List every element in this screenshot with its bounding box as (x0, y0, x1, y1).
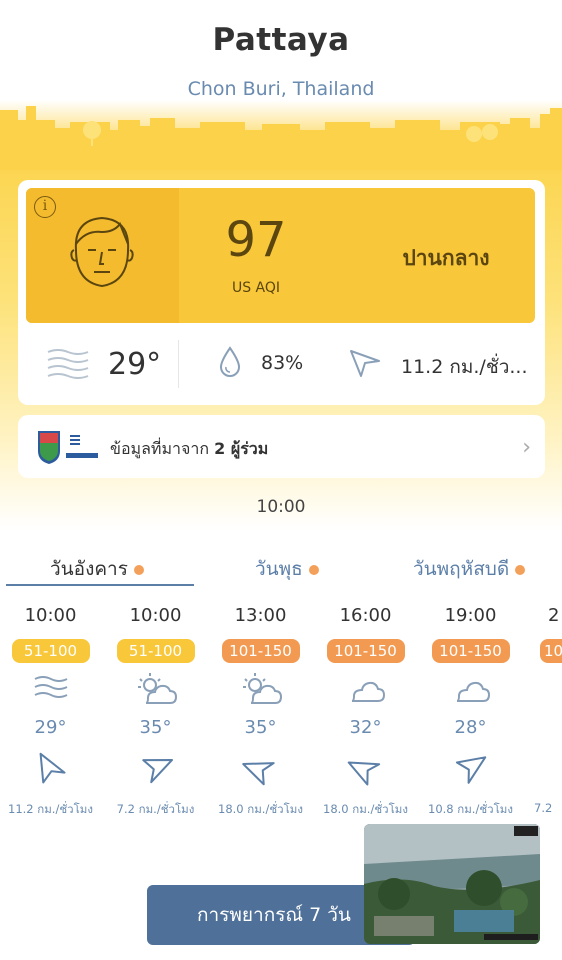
current-temperature: 29° (108, 347, 162, 382)
hour-wind-speed: 18.0 กม./ชั่วโมง (218, 802, 303, 816)
aqi-range-badge: 51-100 (11, 639, 90, 663)
face-box: i (26, 188, 179, 323)
hour-temperature (500, 717, 562, 741)
tab-wednesday-label: วันพุธ (255, 558, 303, 580)
aqi-dot-icon (515, 564, 526, 575)
hourly-item[interactable]: 2 10 7.2 (500, 605, 562, 815)
city-name: Pattaya (212, 22, 350, 58)
current-stats: 29° 83% 11.2 กม./ชั่ว... (18, 330, 545, 400)
hour-wind-speed: 7.2 กม./ชั่วโมง (116, 802, 195, 816)
aqi-unit-label: US AQI (231, 280, 281, 296)
aqi-range-badge: 101-150 (431, 639, 510, 663)
stat-divider (178, 340, 179, 388)
wind-direction-icon (208, 749, 313, 793)
face-icon (70, 216, 134, 288)
hour-wind-speed: 11.2 กม./ชั่วโมง (8, 802, 93, 816)
wind-direction-icon (500, 749, 562, 793)
wind-direction-icon (313, 749, 418, 793)
hour-time: 2 (548, 605, 560, 626)
region-name: Chon Buri, Thailand (187, 78, 375, 100)
cloud-icon (500, 671, 562, 711)
cloud-icon (313, 671, 418, 711)
hourly-item[interactable]: 13:00 101-150 35° 18.0 กม./ชั่วโมง (208, 605, 313, 819)
aqi-dot-icon (133, 564, 144, 575)
aqi-range-badge: 101-150 (221, 639, 300, 663)
contributors-text: ข้อมูลที่มาจาก 2 ผู้ร่วม (110, 437, 268, 462)
hour-temperature: 35° (139, 717, 172, 738)
wind-direction-icon (350, 350, 380, 377)
tab-wednesday[interactable]: วันพุธ (255, 554, 319, 584)
chevron-right-icon: › (522, 435, 531, 460)
aqi-dot-icon (308, 564, 319, 575)
city-skyline-illustration (0, 106, 562, 170)
hourly-item[interactable]: 10:00 51-100 29° 11.2 กม./ชั่วโมง (0, 605, 103, 819)
aqi-card[interactable]: i 97 US AQI ปานกลาง 29° 83% 11.2 กม./ชั่… (18, 180, 545, 405)
aqi-status: ปานกลาง (402, 246, 490, 270)
aqi-range-badge: 10 (540, 639, 562, 663)
video-thumbnail[interactable] (364, 824, 540, 944)
hourly-item[interactable]: 16:00 101-150 32° 18.0 กม./ชั่วโมง (313, 605, 418, 819)
wind-direction-icon (103, 749, 208, 793)
tab-thursday-label: วันพฤหัสบดี (413, 558, 510, 580)
hour-temperature: 35° (244, 717, 277, 738)
wind-icon (0, 671, 103, 711)
hour-temperature: 32° (349, 717, 382, 738)
partly-sunny-icon (208, 671, 313, 711)
tab-tuesday[interactable]: วันอังคาร (50, 554, 144, 584)
hour-time: 10:00 (129, 605, 182, 626)
contributors-card[interactable]: ข้อมูลที่มาจาก 2 ผู้ร่วม › (18, 415, 545, 478)
hourly-item[interactable]: 10:00 51-100 35° 7.2 กม./ชั่วโมง (103, 605, 208, 819)
update-time: 10:00 (256, 497, 306, 517)
hour-time: 13:00 (234, 605, 287, 626)
contributors-prefix: ข้อมูลที่มาจาก (110, 439, 210, 458)
sansiri-logo-icon (38, 431, 98, 464)
contributors-count: 2 ผู้ร่วม (214, 439, 269, 458)
partly-sunny-icon (103, 671, 208, 711)
hour-time: 10:00 (24, 605, 77, 626)
hour-wind-speed: 7.2 (534, 801, 553, 815)
aqi-panel: i 97 US AQI ปานกลาง (26, 188, 535, 323)
humidity-drop-icon (219, 346, 241, 377)
hour-time: 16:00 (339, 605, 392, 626)
tab-tuesday-label: วันอังคาร (50, 558, 128, 580)
info-icon[interactable]: i (34, 196, 56, 218)
wind-icon (47, 349, 89, 379)
aqi-range-badge: 101-150 (326, 639, 405, 663)
hour-wind-speed: 18.0 กม./ชั่วโมง (323, 802, 408, 816)
active-tab-indicator (6, 584, 194, 586)
aqi-value: 97 (225, 212, 287, 268)
hour-temperature: 29° (34, 717, 67, 738)
aqi-range-badge: 51-100 (116, 639, 195, 663)
day-tabs: วันอังคาร วันพุธ วันพฤหัสบดี (0, 552, 562, 588)
wind-direction-icon (0, 749, 103, 793)
current-wind-speed: 11.2 กม./ชั่ว... (401, 356, 528, 378)
tab-thursday[interactable]: วันพฤหัสบดี (413, 554, 526, 584)
video-frame-image (364, 824, 540, 944)
current-humidity: 83% (261, 352, 304, 374)
